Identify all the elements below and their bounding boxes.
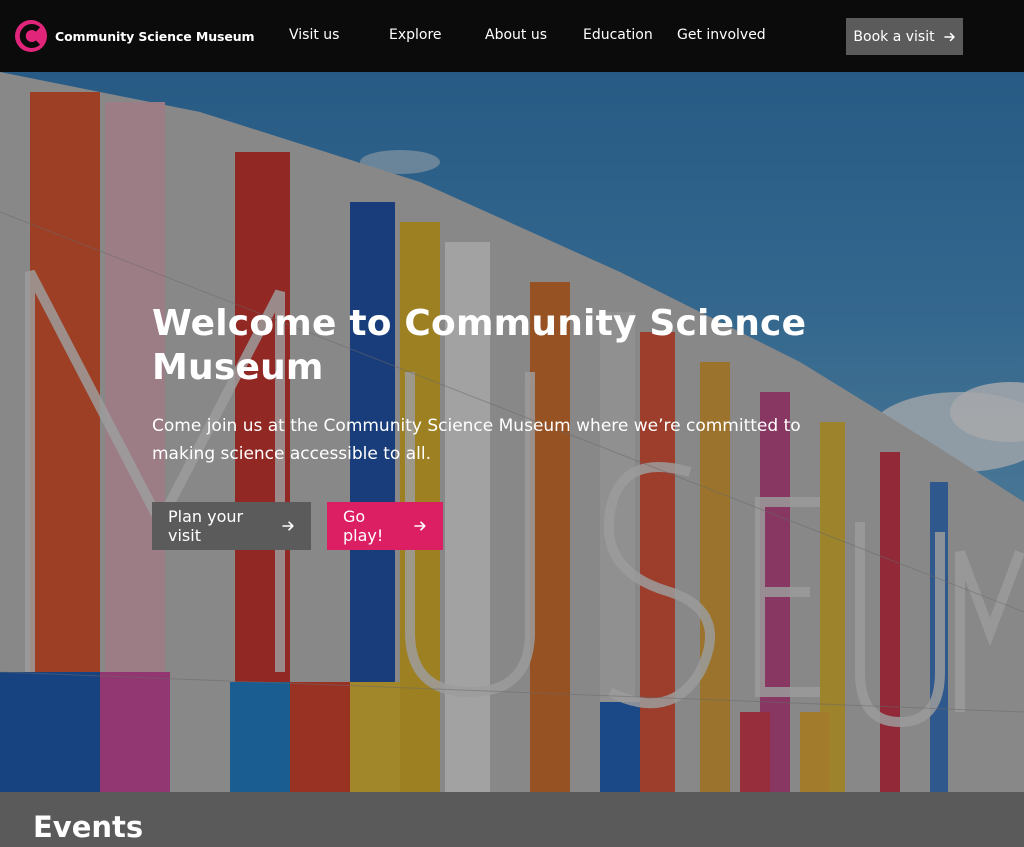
plan-your-visit-button[interactable]: Plan your visit — [152, 502, 311, 550]
brand-link[interactable]: Community Science Museum — [14, 19, 255, 53]
events-section: Events — [0, 792, 1024, 847]
arrow-right-icon — [943, 32, 955, 41]
hero-section: Welcome to Community Science Museum Come… — [0, 72, 1024, 792]
go-play-label: Go play! — [343, 507, 384, 545]
nav-link-explore[interactable]: Explore — [389, 27, 442, 43]
arrow-right-icon — [414, 521, 426, 531]
hero-title: Welcome to Community Science Museum — [152, 303, 807, 388]
book-a-visit-button[interactable]: Book a visit — [846, 18, 963, 55]
hero-content: Welcome to Community Science Museum Come… — [152, 302, 872, 550]
nav-link-about-us[interactable]: About us — [485, 27, 547, 43]
c-logo-icon — [15, 20, 47, 52]
go-play-button[interactable]: Go play! — [327, 502, 443, 550]
nav-link-get-involved[interactable]: Get involved — [677, 27, 766, 43]
nav-link-education[interactable]: Education — [583, 27, 653, 43]
plan-your-visit-label: Plan your visit — [168, 507, 244, 545]
nav-link-visit-us[interactable]: Visit us — [289, 27, 339, 43]
events-heading: Events — [33, 810, 144, 844]
arrow-right-icon — [282, 521, 294, 531]
top-navigation: Community Science Museum Visit us Explor… — [0, 0, 1024, 72]
brand-name: Community Science Museum — [55, 28, 255, 44]
hero-buttons: Plan your visit Go play! — [152, 502, 872, 550]
hero-description: Come join us at the Community Science Mu… — [152, 416, 801, 464]
book-a-visit-label: Book a visit — [853, 28, 935, 45]
